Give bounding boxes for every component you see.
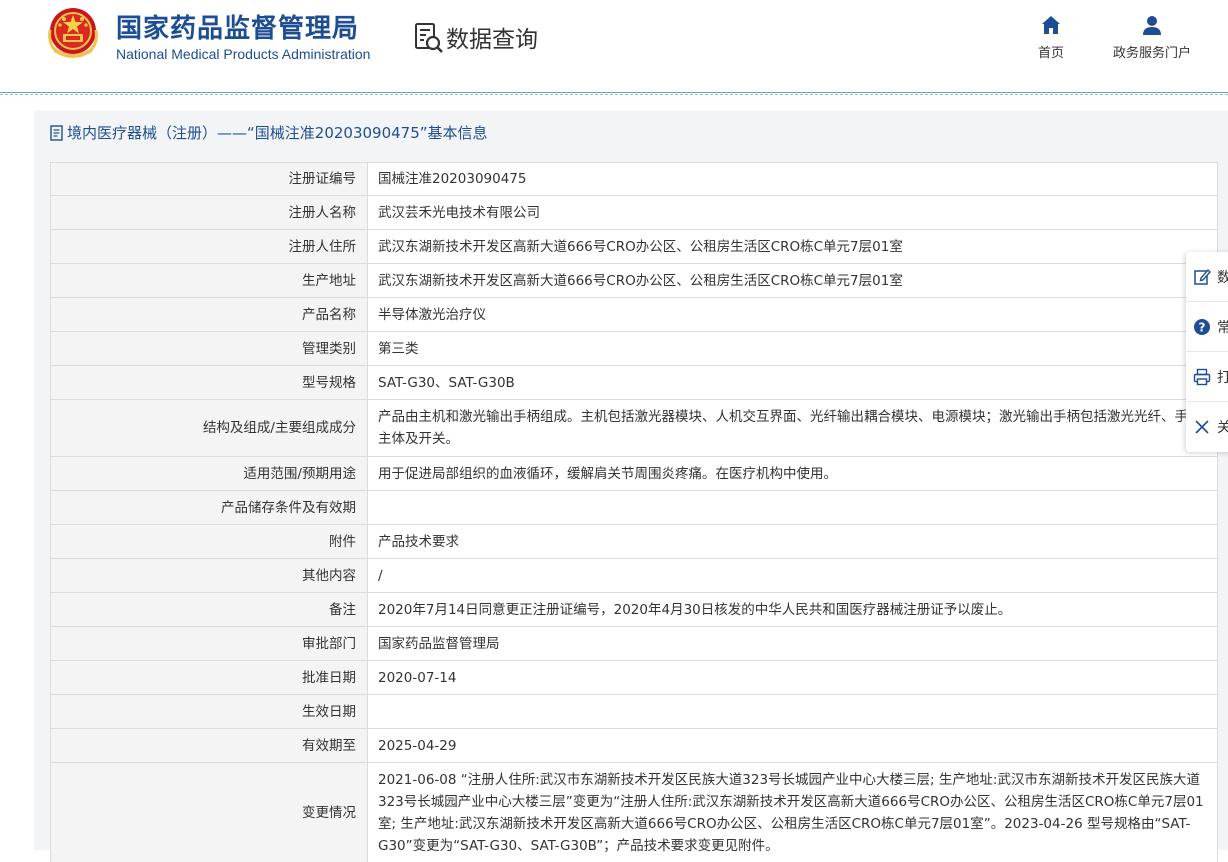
detail-row: 生效日期 — [51, 695, 1218, 729]
side-tool-print-label: 打 — [1217, 367, 1228, 387]
detail-label: 注册人住所 — [51, 230, 368, 264]
detail-row: 注册人名称武汉芸禾光电技术有限公司 — [51, 196, 1218, 230]
detail-row: 管理类别第三类 — [51, 332, 1218, 366]
detail-label: 管理类别 — [51, 332, 368, 366]
help-icon: ? — [1193, 318, 1211, 336]
side-tool-faq[interactable]: ? 常 — [1186, 302, 1228, 352]
document-icon — [50, 125, 64, 141]
side-tool-print[interactable]: 打 — [1186, 352, 1228, 402]
detail-label: 附件 — [51, 525, 368, 559]
detail-value: / — [368, 559, 1218, 593]
detail-label: 审批部门 — [51, 627, 368, 661]
panel-title-text: 境内医疗器械（注册）——“国械注准20203090475”基本信息 — [67, 122, 488, 143]
detail-label: 生效日期 — [51, 695, 368, 729]
detail-value: 半导体激光治疗仪 — [368, 298, 1218, 332]
edit-icon — [1193, 268, 1211, 286]
detail-panel: 境内医疗器械（注册）——“国械注准20203090475”基本信息 注册证编号国… — [34, 111, 1228, 850]
detail-row: 产品储存条件及有效期 — [51, 491, 1218, 525]
user-icon — [1141, 14, 1163, 36]
detail-row: 备注2020年7月14日同意更正注册证编号，2020年4月30日核发的中华人民共… — [51, 593, 1218, 627]
side-tool-faq-label: 常 — [1217, 317, 1228, 337]
nav-gov-label: 政务服务门户 — [1113, 46, 1191, 61]
detail-value — [368, 491, 1218, 525]
detail-table-container: 注册证编号国械注准20203090475注册人名称武汉芸禾光电技术有限公司注册人… — [50, 162, 1218, 862]
org-name-cn: 国家药品监督管理局 — [116, 8, 359, 45]
header-divider — [0, 92, 1228, 95]
side-tool-data[interactable]: 数 — [1186, 252, 1228, 302]
data-query-title: 数据查询 — [446, 20, 538, 54]
detail-label: 产品名称 — [51, 298, 368, 332]
detail-value: 2020年7月14日同意更正注册证编号，2020年4月30日核发的中华人民共和国… — [368, 593, 1218, 627]
detail-value: 产品由主机和激光输出手柄组成。主机包括激光器模块、人机交互界面、光纤输出耦合模块… — [368, 400, 1218, 457]
detail-value: 武汉芸禾光电技术有限公司 — [368, 196, 1218, 230]
org-name-en: National Medical Products Administration — [116, 46, 370, 62]
side-tool-close[interactable]: 关 — [1186, 402, 1228, 452]
detail-value: 产品技术要求 — [368, 525, 1218, 559]
detail-label: 有效期至 — [51, 729, 368, 763]
detail-label: 批准日期 — [51, 661, 368, 695]
detail-label: 产品储存条件及有效期 — [51, 491, 368, 525]
detail-row: 注册证编号国械注准20203090475 — [51, 163, 1218, 196]
detail-label: 生产地址 — [51, 264, 368, 298]
detail-value: 2025-04-29 — [368, 729, 1218, 763]
detail-value: 武汉东湖新技术开发区高新大道666号CRO办公区、公租房生活区CRO栋C单元7层… — [368, 230, 1218, 264]
side-tool-close-label: 关 — [1217, 417, 1228, 437]
detail-value: SAT-G30、SAT-G30B — [368, 366, 1218, 400]
detail-value: 2021-06-08 “注册人住所:武汉市东湖新技术开发区民族大道323号长城园… — [368, 763, 1218, 862]
nav-gov-service-portal[interactable]: 政务服务门户 — [1106, 14, 1198, 61]
svg-text:?: ? — [1199, 320, 1206, 334]
detail-row: 生产地址武汉东湖新技术开发区高新大道666号CRO办公区、公租房生活区CRO栋C… — [51, 264, 1218, 298]
home-icon — [1040, 14, 1062, 36]
detail-label: 适用范围/预期用途 — [51, 457, 368, 491]
detail-label: 变更情况 — [51, 763, 368, 862]
detail-value: 2020-07-14 — [368, 661, 1218, 695]
detail-row: 产品名称半导体激光治疗仪 — [51, 298, 1218, 332]
detail-row: 有效期至2025-04-29 — [51, 729, 1218, 763]
detail-value — [368, 695, 1218, 729]
detail-row: 审批部门国家药品监督管理局 — [51, 627, 1218, 661]
detail-row: 其他内容/ — [51, 559, 1218, 593]
nav-home[interactable]: 首页 — [1030, 14, 1072, 61]
panel-title: 境内医疗器械（注册）——“国械注准20203090475”基本信息 — [50, 122, 488, 143]
close-icon — [1193, 418, 1211, 436]
detail-label: 备注 — [51, 593, 368, 627]
detail-value: 武汉东湖新技术开发区高新大道666号CRO办公区、公租房生活区CRO栋C单元7层… — [368, 264, 1218, 298]
data-query-icon — [413, 22, 445, 54]
detail-value: 第三类 — [368, 332, 1218, 366]
detail-value: 用于促进局部组织的血液循环，缓解肩关节周围炎疼痛。在医疗机构中使用。 — [368, 457, 1218, 491]
detail-table: 注册证编号国械注准20203090475注册人名称武汉芸禾光电技术有限公司注册人… — [50, 162, 1218, 862]
detail-label: 型号规格 — [51, 366, 368, 400]
detail-value: 国械注准20203090475 — [368, 163, 1218, 196]
detail-row: 适用范围/预期用途用于促进局部组织的血液循环，缓解肩关节周围炎疼痛。在医疗机构中… — [51, 457, 1218, 491]
detail-row: 注册人住所武汉东湖新技术开发区高新大道666号CRO办公区、公租房生活区CRO栋… — [51, 230, 1218, 264]
detail-row: 批准日期2020-07-14 — [51, 661, 1218, 695]
nav-home-label: 首页 — [1038, 46, 1064, 61]
floating-toolbar: 数 ? 常 打 关 — [1186, 252, 1228, 452]
detail-value: 国家药品监督管理局 — [368, 627, 1218, 661]
detail-label: 结构及组成/主要组成成分 — [51, 400, 368, 457]
national-emblem-logo[interactable] — [46, 6, 100, 62]
site-header: 国家药品监督管理局 National Medical Products Admi… — [0, 0, 1228, 92]
side-tool-data-label: 数 — [1217, 267, 1228, 287]
detail-label: 注册人名称 — [51, 196, 368, 230]
detail-row: 型号规格SAT-G30、SAT-G30B — [51, 366, 1218, 400]
print-icon — [1193, 368, 1211, 386]
detail-row: 附件产品技术要求 — [51, 525, 1218, 559]
detail-row: 变更情况2021-06-08 “注册人住所:武汉市东湖新技术开发区民族大道323… — [51, 763, 1218, 862]
detail-row: 结构及组成/主要组成成分产品由主机和激光输出手柄组成。主机包括激光器模块、人机交… — [51, 400, 1218, 457]
detail-label: 注册证编号 — [51, 163, 368, 196]
detail-label: 其他内容 — [51, 559, 368, 593]
